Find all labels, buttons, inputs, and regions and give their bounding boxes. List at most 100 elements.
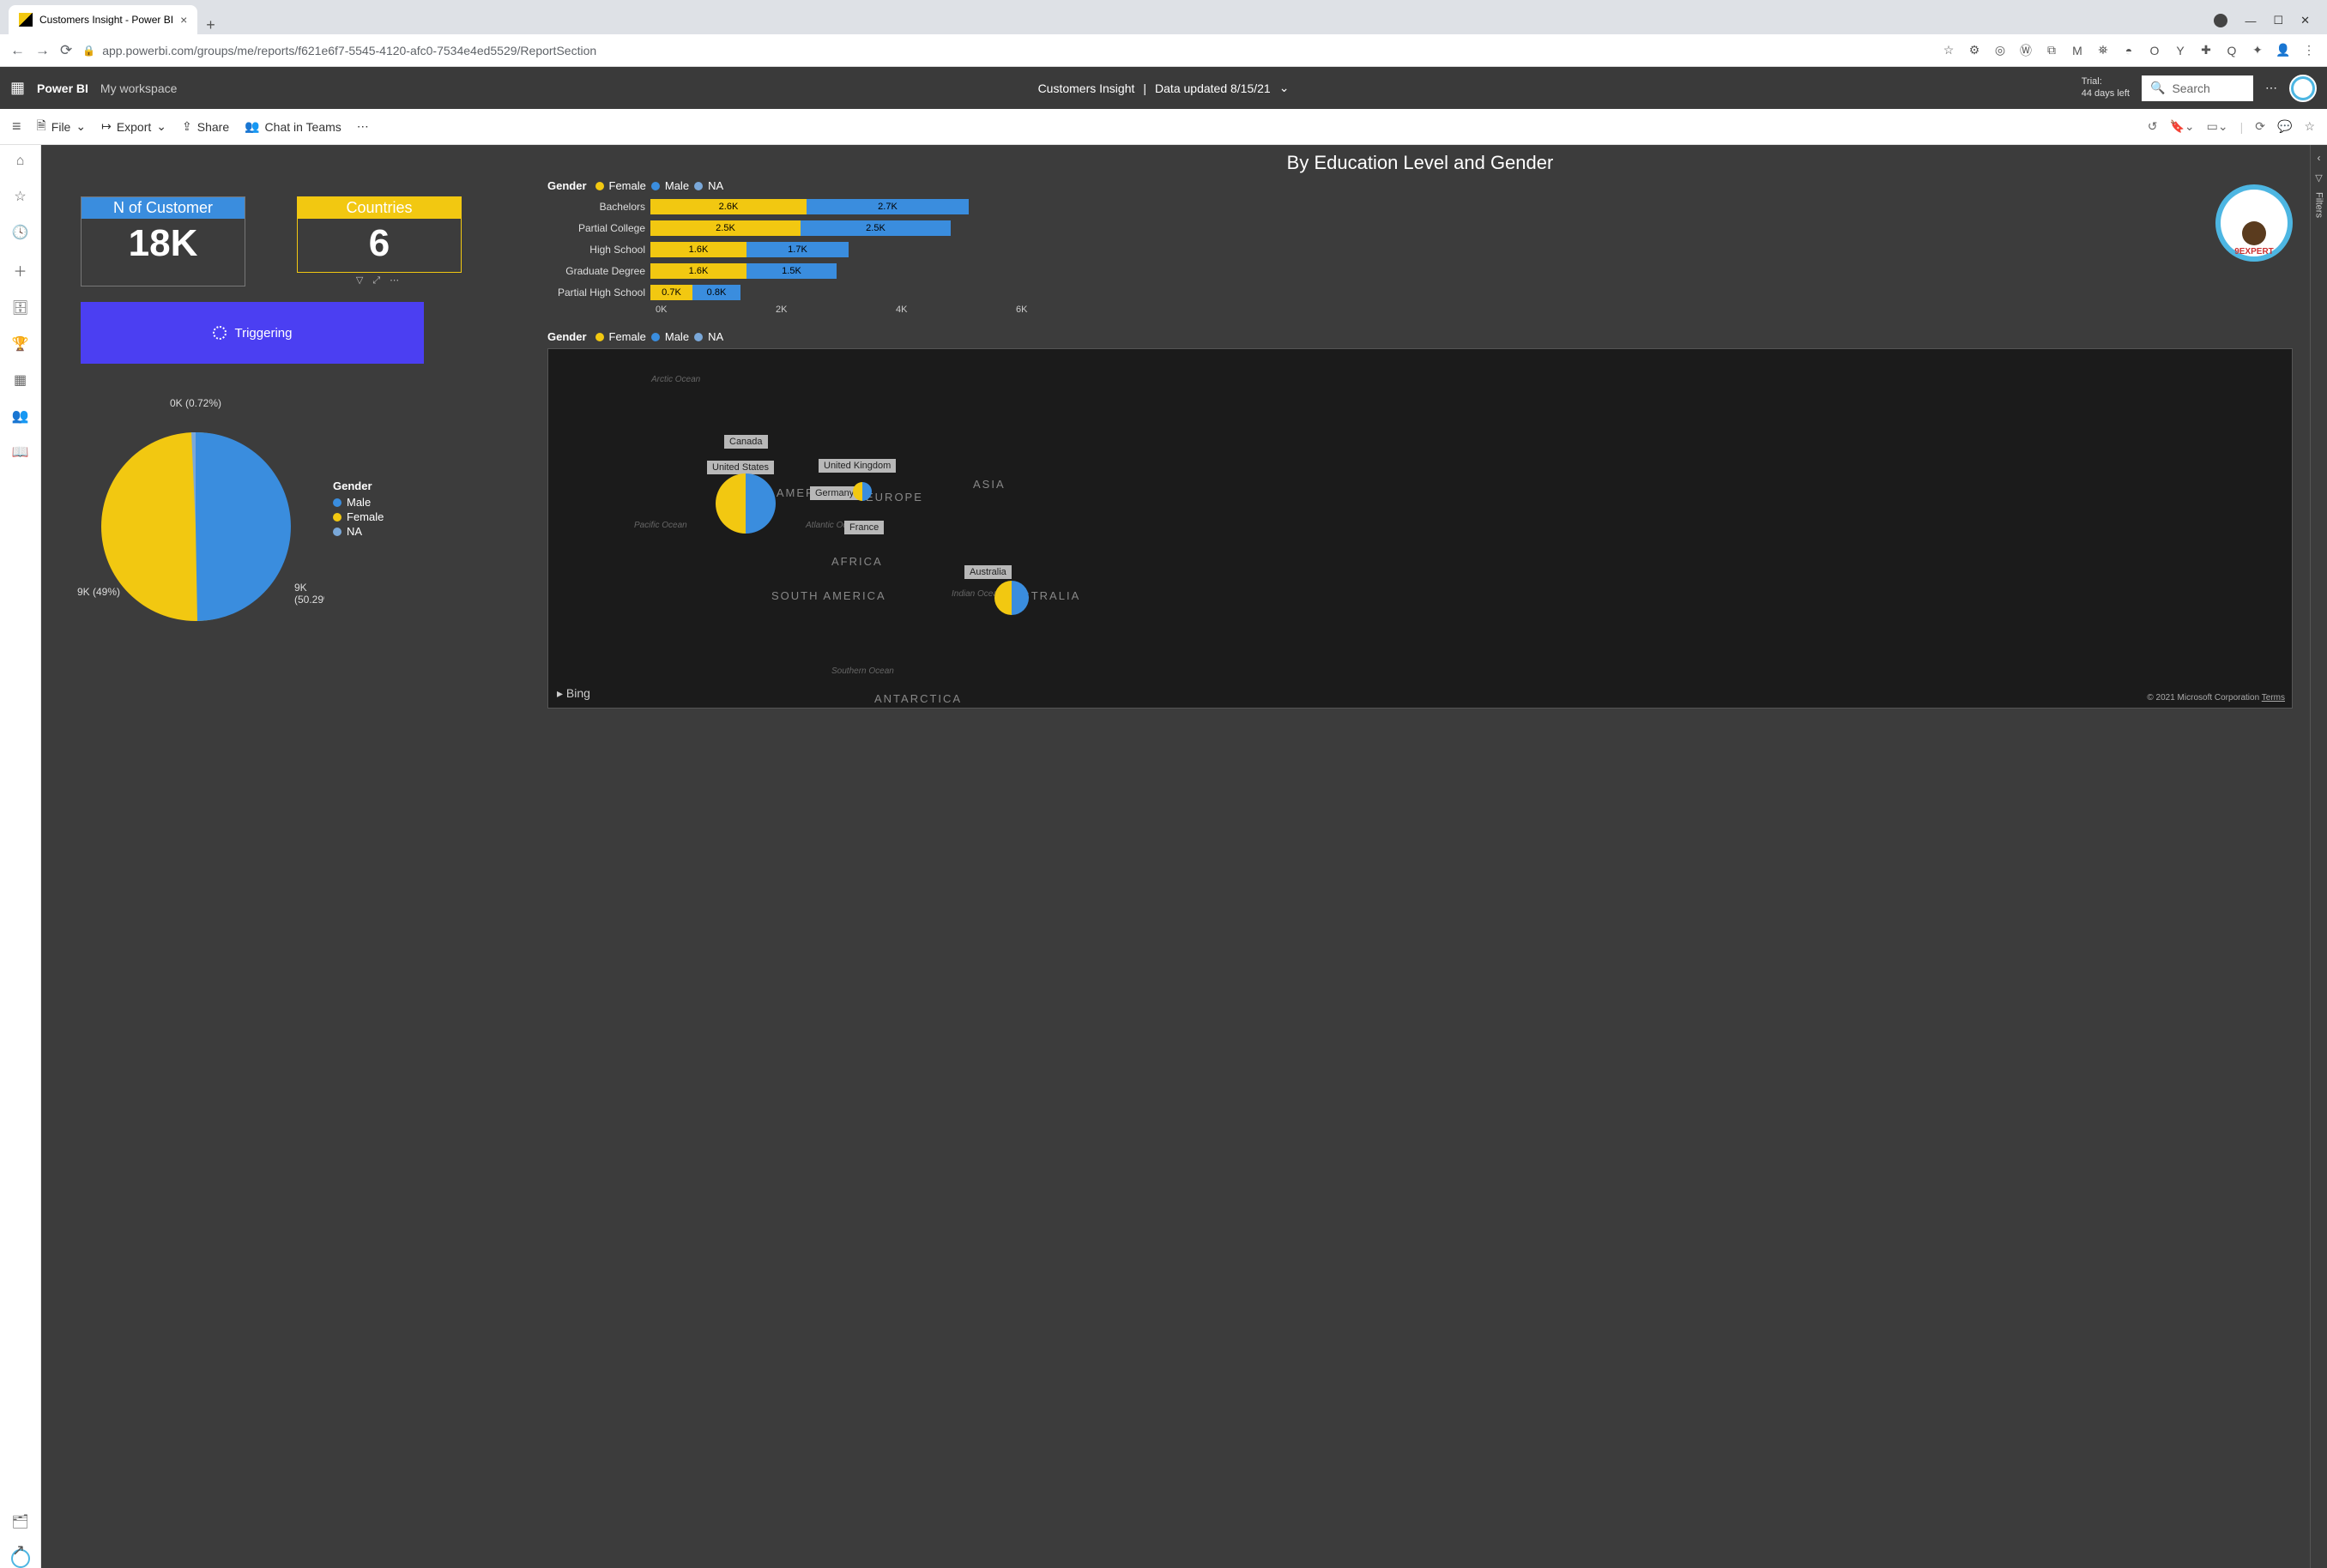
nav-expand-icon[interactable]: ↗ — [12, 1541, 25, 1559]
ext-profile-icon[interactable]: 👤 — [2276, 43, 2291, 58]
app-launcher-icon[interactable]: ▦ — [10, 79, 25, 97]
url-text: app.powerbi.com/groups/me/reports/f621e6… — [102, 44, 596, 57]
address-bar: ← → ⟳ 🔒 app.powerbi.com/groups/me/report… — [0, 34, 2327, 67]
ext-y-icon[interactable]: Y — [2173, 43, 2188, 58]
card-customers[interactable]: N of Customer 18K — [81, 196, 245, 286]
ext-o-icon[interactable]: O — [2147, 43, 2162, 58]
map-pie-us — [716, 473, 776, 534]
nav-goals-icon[interactable]: 🏆 — [12, 335, 29, 353]
ext-bug-icon[interactable]: ⛯ — [2095, 43, 2111, 58]
nav-recent-icon[interactable]: 🕓 — [12, 224, 29, 241]
nav-create-icon[interactable]: ＋ — [13, 260, 27, 280]
ext-w-icon[interactable]: Ⓦ — [2018, 43, 2034, 58]
card-countries[interactable]: Countries 6 — [297, 196, 462, 273]
ext-m-icon[interactable]: M — [2070, 43, 2085, 58]
ext-camera-icon[interactable]: ◎ — [1992, 43, 2008, 58]
back-icon[interactable]: ← — [10, 42, 25, 59]
map-tag-australia[interactable]: Australia — [964, 565, 1012, 579]
hamburger-icon[interactable]: ≡ — [12, 118, 21, 136]
new-tab-button[interactable]: + — [197, 16, 224, 34]
trigger-button[interactable]: Triggering — [81, 302, 424, 364]
view-icon[interactable]: ▭⌄ — [2207, 119, 2228, 134]
favorite-icon[interactable]: ☆ — [2304, 119, 2315, 134]
more-actions-icon[interactable]: ⋯ — [357, 119, 369, 134]
star-icon[interactable]: ☆ — [1941, 43, 1956, 58]
card-title: N of Customer — [82, 197, 245, 219]
export-menu[interactable]: ↦Export⌄ — [101, 119, 166, 134]
maximize-icon[interactable]: ☐ — [2273, 14, 2283, 27]
minimize-icon[interactable]: — — [2245, 15, 2256, 27]
card-title: Countries — [298, 197, 461, 219]
map-pie-australia — [994, 581, 1029, 615]
ext-gear-icon[interactable]: ⚙ — [1967, 43, 1982, 58]
map-tag-uk[interactable]: United Kingdom — [819, 459, 896, 473]
nav-workspaces-icon[interactable]: 🗂 — [11, 1513, 28, 1530]
bar-row: Partial College2.5K2.5K — [547, 219, 2293, 238]
main-area: ⌂ ☆ 🕓 ＋ 🗄 🏆 ▦ 👥 📖 🗂 ↗ N of Customer 18K … — [0, 145, 2327, 1568]
browser-tab[interactable]: Customers Insight - Power BI × — [9, 5, 197, 34]
filters-pane-collapsed[interactable]: ‹ ▽ Filters — [2310, 145, 2327, 1568]
map-visual[interactable]: Arctic Ocean Pacific Ocean Atlantic Ocea… — [547, 348, 2293, 709]
teams-icon: 👥 — [245, 119, 259, 134]
bar-axis: 0K 2K 4K 6K — [656, 305, 2293, 315]
file-icon: 🗎 — [37, 117, 46, 137]
action-bar: ≡ 🗎File⌄ ↦Export⌄ ⇪Share 👥Chat in Teams … — [0, 109, 2327, 145]
map-pie-germany — [853, 482, 872, 501]
forward-icon[interactable]: → — [35, 42, 50, 59]
search-input[interactable]: 🔍 Search — [2142, 75, 2253, 101]
chat-teams-button[interactable]: 👥Chat in Teams — [245, 119, 341, 134]
nav-home-icon[interactable]: ⌂ — [16, 154, 25, 169]
powerbi-favicon — [19, 13, 33, 27]
share-icon: ⇪ — [182, 119, 192, 134]
url-field[interactable]: 🔒 app.powerbi.com/groups/me/reports/f621… — [82, 44, 596, 57]
comment-icon[interactable]: 💬 — [2277, 119, 2292, 134]
reload-icon[interactable]: ⟳ — [60, 42, 72, 59]
more-icon[interactable]: ⋯ — [2265, 81, 2277, 95]
nav-shared-icon[interactable]: 👥 — [12, 407, 29, 425]
nav-favorites-icon[interactable]: ☆ — [14, 188, 26, 205]
tab-title: Customers Insight - Power BI — [39, 14, 173, 26]
pie-label-female: 9K (49%) — [77, 586, 120, 598]
browser-menu-icon[interactable]: ⋮ — [2301, 43, 2317, 58]
trial-badge[interactable]: Trial: 44 days left — [2082, 76, 2130, 99]
pie-label-male: 9K(50.29%) — [294, 582, 324, 606]
ext-shield-icon[interactable]: ◓ — [2121, 43, 2137, 58]
card-value: 6 — [298, 219, 461, 272]
chevron-down-icon[interactable]: ⌄ — [1279, 81, 1290, 95]
map-tag-us[interactable]: United States — [707, 461, 774, 474]
ext-plus-icon[interactable]: ✚ — [2198, 43, 2214, 58]
brand-label[interactable]: Power BI — [37, 81, 88, 95]
bookmark-icon[interactable]: 🔖⌄ — [2169, 119, 2194, 134]
nav-datasets-icon[interactable]: 🗄 — [11, 299, 28, 317]
chevron-down-icon: ⌄ — [76, 119, 86, 134]
bar-legend: Gender Female Male NA — [547, 179, 2293, 192]
chevron-left-icon: ‹ — [2318, 152, 2321, 164]
ext-code-icon[interactable]: ⧉ — [2044, 43, 2059, 58]
bar-chart[interactable]: Bachelors2.6K2.7K Partial College2.5K2.5K… — [547, 197, 2293, 302]
bar-chart-title: By Education Level and Gender — [547, 152, 2293, 174]
map-tag-canada[interactable]: Canada — [724, 435, 768, 449]
incognito-icon — [2214, 14, 2227, 27]
nav-learn-icon[interactable]: 📖 — [12, 443, 29, 461]
close-window-icon[interactable]: ✕ — [2300, 14, 2310, 27]
refresh-icon[interactable]: ⟳ — [2255, 119, 2265, 134]
share-button[interactable]: ⇪Share — [182, 119, 229, 134]
filters-funnel-icon: ▽ — [2315, 172, 2322, 184]
workspace-label[interactable]: My workspace — [100, 81, 177, 95]
spinner-icon — [213, 326, 227, 340]
map-tag-france[interactable]: France — [844, 521, 884, 534]
map-legend: Gender Female Male NA — [547, 330, 2293, 343]
close-tab-icon[interactable]: × — [180, 13, 187, 27]
expert-logo: 9EXPERT — [2215, 184, 2293, 262]
map-tag-germany[interactable]: Germany — [810, 486, 859, 500]
visual-toolbar[interactable]: ▽ ⤢ ⋯ — [297, 274, 462, 286]
powerbi-header: ▦ Power BI My workspace Customers Insigh… — [0, 67, 2327, 109]
data-updated[interactable]: Data updated 8/15/21 — [1155, 81, 1271, 95]
ext-q-icon[interactable]: Q — [2224, 43, 2239, 58]
reset-icon[interactable]: ↺ — [2148, 119, 2158, 134]
bar-row: Bachelors2.6K2.7K — [547, 197, 2293, 216]
nav-apps-icon[interactable]: ▦ — [14, 371, 27, 389]
ext-puzzle-icon[interactable]: ✦ — [2250, 43, 2265, 58]
avatar[interactable] — [2289, 75, 2317, 102]
file-menu[interactable]: 🗎File⌄ — [37, 117, 87, 137]
